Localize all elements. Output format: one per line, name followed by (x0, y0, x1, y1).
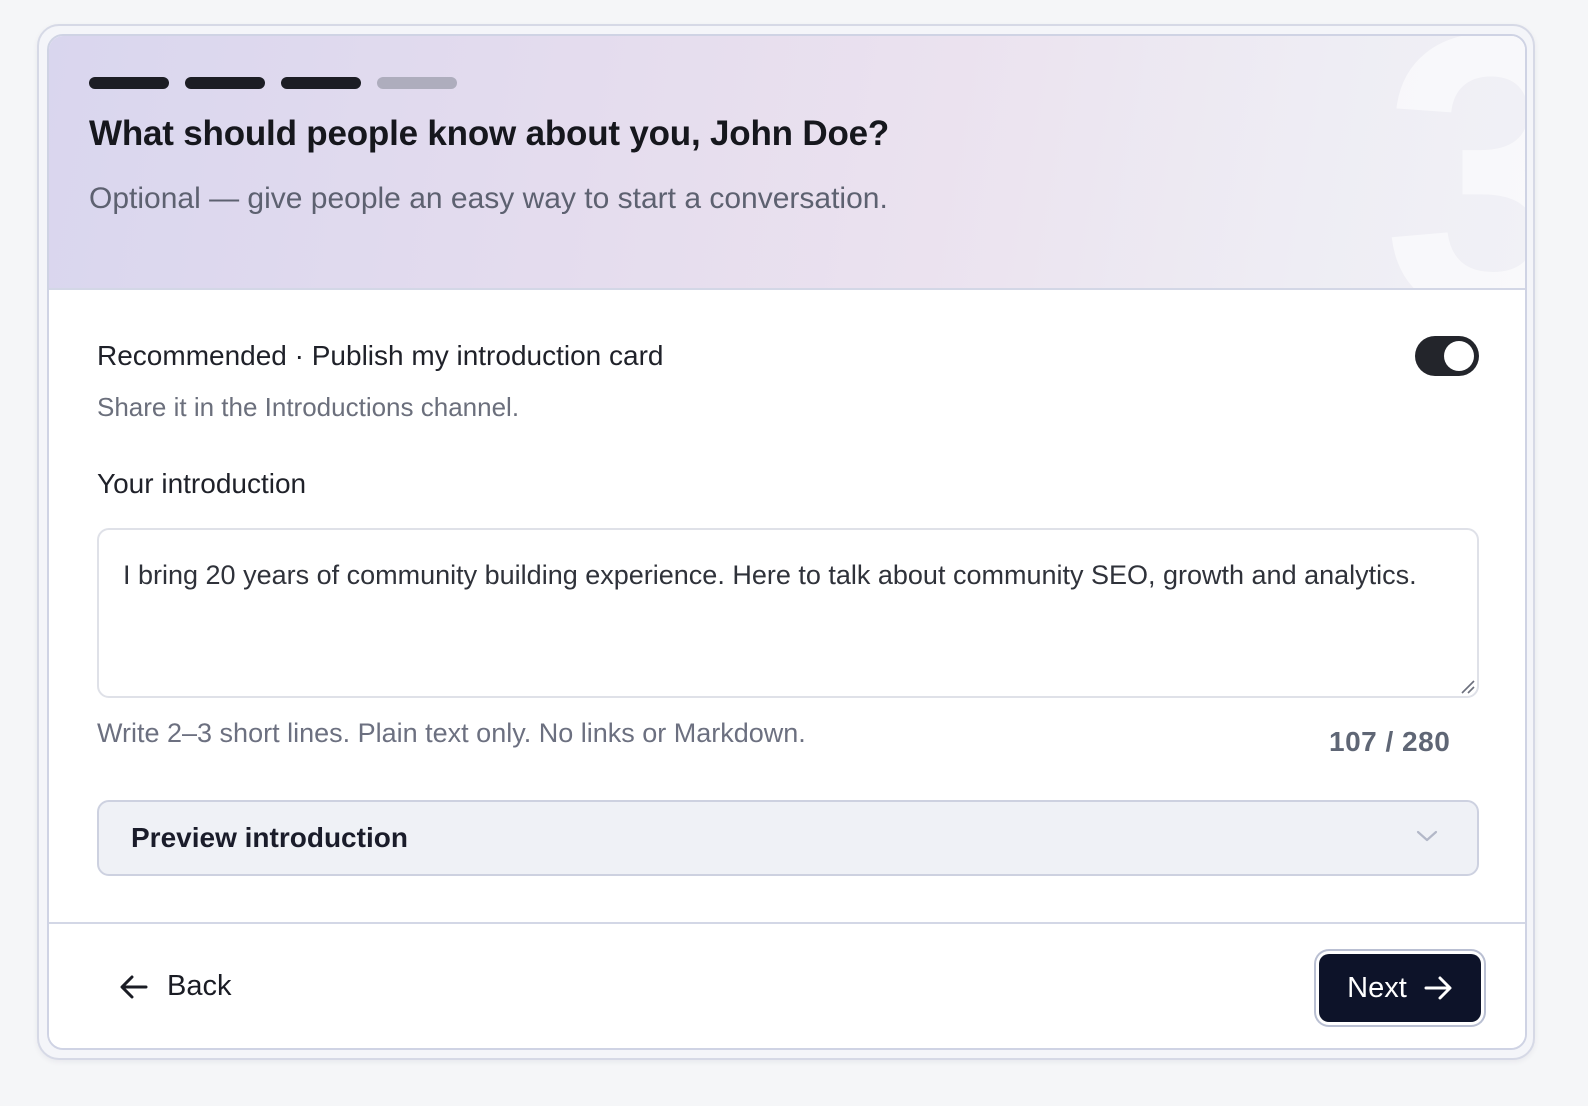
back-button[interactable]: Back (119, 970, 231, 1003)
publish-toggle-switch[interactable] (1415, 336, 1479, 376)
publish-toggle-description: Share it in the Introductions channel. (97, 392, 520, 422)
back-label: Back (167, 970, 232, 1002)
character-counter: 107 / 280 (1329, 726, 1451, 757)
preview-label: Preview introduction (131, 822, 408, 853)
arrow-left-icon (120, 975, 148, 998)
preview-introduction-toggle[interactable]: Preview introduction (97, 800, 1479, 876)
toggle-knob (1444, 341, 1474, 371)
onboarding-card: 3 What should people know about you, Joh… (47, 34, 1527, 1050)
chevron-down-icon (1416, 830, 1438, 842)
step-progress (89, 77, 457, 89)
introduction-hint: Write 2–3 short lines. Plain text only. … (97, 718, 806, 748)
progress-step-1 (89, 77, 169, 89)
step-header: 3 What should people know about you, Joh… (49, 36, 1525, 290)
introduction-textarea[interactable] (97, 528, 1479, 698)
next-button[interactable]: Next (1319, 954, 1481, 1022)
introduction-label: Your introduction (97, 468, 307, 499)
progress-step-4 (377, 77, 457, 89)
next-label: Next (1347, 971, 1407, 1004)
progress-step-2 (185, 77, 265, 89)
resize-grip-icon[interactable] (1459, 678, 1475, 694)
page-subtitle: Optional — give people an easy way to st… (89, 182, 888, 215)
publish-toggle-label: Recommended · Publish my introduction ca… (97, 340, 664, 371)
arrow-right-icon (1424, 976, 1452, 1000)
dialog-footer: Back Next (49, 922, 1525, 1048)
step-number-watermark: 3 (1383, 36, 1525, 288)
progress-step-3 (281, 77, 361, 89)
dialog-frame: 3 What should people know about you, Joh… (37, 24, 1535, 1060)
page-title: What should people know about you, John … (89, 114, 890, 153)
